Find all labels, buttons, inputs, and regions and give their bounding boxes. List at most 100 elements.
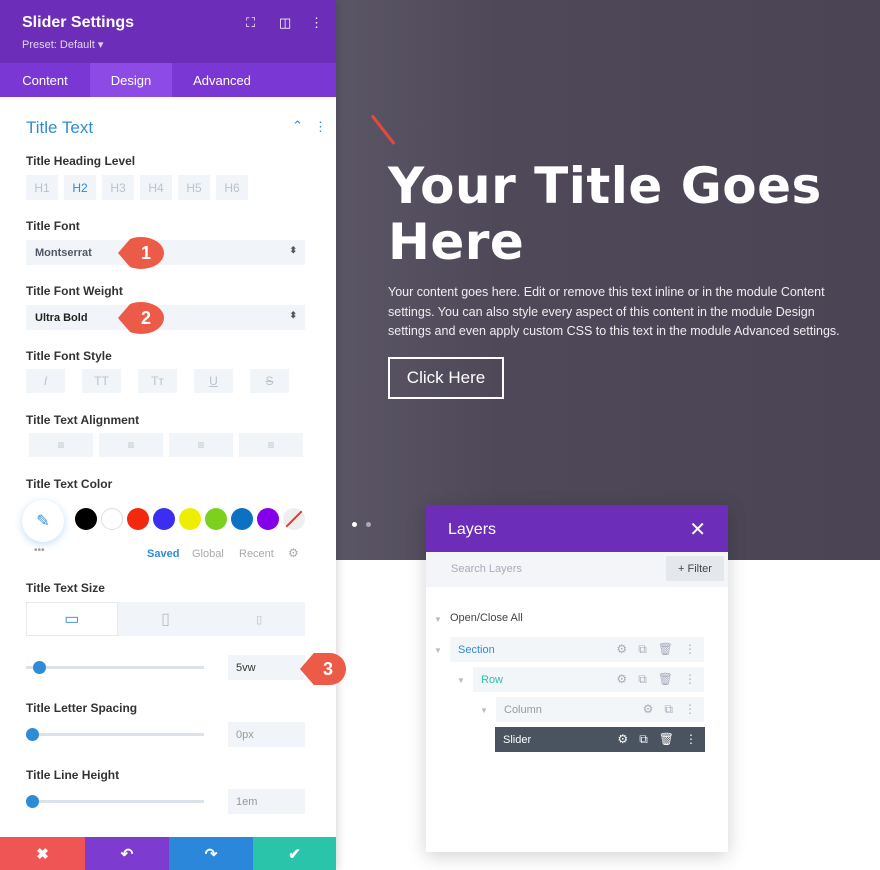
layer-item[interactable]: Row ⚙ ⧉ 🗑︎ ⋮ bbox=[473, 667, 704, 692]
tablet-icon[interactable]: ▯ bbox=[120, 602, 212, 636]
spacing-slider[interactable] bbox=[26, 728, 204, 741]
more-icon[interactable]: ⋮ bbox=[684, 702, 696, 717]
save-button[interactable]: ✔ bbox=[253, 837, 336, 870]
font-style-label: Title Font Style bbox=[26, 349, 112, 363]
tab-design[interactable]: Design bbox=[90, 63, 172, 97]
h5-button[interactable]: H5 bbox=[178, 175, 210, 200]
size-input[interactable]: 5vw bbox=[228, 655, 305, 680]
eyedropper-icon[interactable]: ✎ bbox=[22, 500, 64, 542]
trash-icon[interactable]: 🗑︎ bbox=[659, 732, 674, 747]
more-icon[interactable]: ⋮ bbox=[684, 642, 696, 657]
filter-button[interactable]: + Filter bbox=[666, 556, 724, 581]
caret-down-icon[interactable]: ▼ bbox=[457, 676, 465, 685]
heading-level-label: Title Heading Level bbox=[26, 154, 136, 168]
gear-icon[interactable]: ⚙ bbox=[643, 702, 654, 717]
color-swatch[interactable] bbox=[75, 508, 97, 530]
spacing-label: Title Letter Spacing bbox=[26, 701, 138, 715]
search-layers-input[interactable]: Search Layers bbox=[451, 563, 522, 575]
uppercase-button[interactable]: TT bbox=[82, 369, 121, 393]
close-icon[interactable]: ✕ bbox=[689, 517, 706, 542]
undo-button[interactable]: ↶ bbox=[85, 837, 169, 870]
recent-tab[interactable]: Recent bbox=[239, 548, 274, 560]
h4-button[interactable]: H4 bbox=[140, 175, 172, 200]
spacing-input[interactable]: 0px bbox=[228, 722, 305, 747]
cancel-button[interactable]: ✖ bbox=[0, 837, 85, 870]
layer-label: Slider bbox=[503, 734, 532, 746]
caret-down-icon[interactable]: ▼ bbox=[434, 615, 442, 624]
chevron-up-icon[interactable]: ⌃ bbox=[292, 118, 303, 134]
strikethrough-button[interactable]: S bbox=[250, 369, 289, 393]
desktop-icon[interactable]: ▭ bbox=[26, 602, 118, 636]
slide-dot[interactable] bbox=[352, 522, 357, 527]
line-height-slider[interactable] bbox=[26, 795, 204, 808]
color-swatch[interactable] bbox=[153, 508, 175, 530]
more-colors-button[interactable]: ••• bbox=[34, 545, 45, 556]
gear-icon[interactable]: ⚙ bbox=[288, 546, 299, 560]
align-justify-icon[interactable]: ≡ bbox=[239, 433, 303, 457]
line-height-label: Title Line Height bbox=[26, 768, 120, 782]
layer-item[interactable]: Column ⚙ ⧉ ⋮ bbox=[496, 697, 704, 722]
tab-advanced[interactable]: Advanced bbox=[172, 63, 272, 97]
italic-button[interactable]: I bbox=[26, 369, 65, 393]
h2-button[interactable]: H2 bbox=[64, 175, 96, 200]
no-color-swatch[interactable] bbox=[283, 508, 305, 530]
gear-icon[interactable]: ⚙ bbox=[617, 732, 628, 747]
slide-dots[interactable] bbox=[352, 522, 371, 527]
align-center-icon[interactable]: ≡ bbox=[99, 433, 163, 457]
more-icon[interactable]: ⋮ bbox=[314, 119, 327, 135]
more-icon[interactable]: ⋮ bbox=[685, 732, 697, 747]
h1-button[interactable]: H1 bbox=[26, 175, 58, 200]
duplicate-icon[interactable]: ⧉ bbox=[664, 702, 673, 717]
color-swatch[interactable] bbox=[231, 508, 253, 530]
weight-select[interactable]: Ultra Bold ⬍ bbox=[26, 305, 305, 330]
trash-icon[interactable]: 🗑︎ bbox=[658, 642, 673, 657]
section-title[interactable]: Title Text bbox=[26, 118, 93, 138]
color-swatch[interactable] bbox=[127, 508, 149, 530]
preset-dropdown[interactable]: Preset: Default ▾ bbox=[22, 38, 103, 51]
duplicate-icon[interactable]: ⧉ bbox=[638, 672, 647, 687]
gear-icon[interactable]: ⚙ bbox=[616, 672, 627, 687]
slide-title[interactable]: Your Title Goes Here bbox=[388, 158, 868, 270]
redo-button[interactable]: ↷ bbox=[169, 837, 253, 870]
font-select[interactable]: Montserrat ⬍ bbox=[26, 240, 305, 265]
layer-label: Column bbox=[504, 704, 542, 716]
focus-icon[interactable]: ⛶ bbox=[246, 15, 255, 31]
duplicate-icon[interactable]: ⧉ bbox=[638, 642, 647, 657]
layers-panel: Layers ✕ Search Layers + Filter ▼ Open/Clo… bbox=[426, 505, 728, 852]
trash-icon[interactable]: 🗑︎ bbox=[658, 672, 673, 687]
size-slider[interactable] bbox=[26, 661, 204, 674]
gear-icon[interactable]: ⚙ bbox=[616, 642, 627, 657]
color-swatch[interactable] bbox=[101, 508, 123, 530]
align-right-icon[interactable]: ≡ bbox=[169, 433, 233, 457]
saved-tab[interactable]: Saved bbox=[147, 548, 179, 560]
h3-button[interactable]: H3 bbox=[102, 175, 134, 200]
more-icon[interactable]: ⋮ bbox=[310, 15, 323, 31]
alignment-label: Title Text Alignment bbox=[26, 413, 140, 427]
phone-icon[interactable]: ▯ bbox=[213, 602, 305, 636]
color-swatch[interactable] bbox=[179, 508, 201, 530]
color-swatch[interactable] bbox=[205, 508, 227, 530]
slider-handle[interactable] bbox=[26, 728, 39, 741]
tab-content[interactable]: Content bbox=[0, 63, 90, 97]
slide-button[interactable]: Click Here bbox=[388, 357, 504, 399]
slider-handle[interactable] bbox=[33, 661, 46, 674]
slider-handle[interactable] bbox=[26, 795, 39, 808]
caret-down-icon[interactable]: ▼ bbox=[480, 706, 488, 715]
line-height-input[interactable]: 1em bbox=[228, 789, 305, 814]
global-tab[interactable]: Global bbox=[192, 548, 224, 560]
caret-down-icon[interactable]: ▼ bbox=[434, 646, 442, 655]
layout-icon[interactable]: ◫ bbox=[279, 15, 291, 31]
slide-body[interactable]: Your content goes here. Edit or remove t… bbox=[388, 283, 858, 342]
smallcaps-button[interactable]: Tт bbox=[138, 369, 177, 393]
duplicate-icon[interactable]: ⧉ bbox=[639, 732, 648, 747]
underline-button[interactable]: U bbox=[194, 369, 233, 393]
open-close-all[interactable]: Open/Close All bbox=[450, 612, 523, 624]
layer-item[interactable]: Slider ⚙ ⧉ 🗑︎ ⋮ bbox=[495, 727, 705, 752]
layer-item[interactable]: Section ⚙ ⧉ 🗑︎ ⋮ bbox=[450, 637, 704, 662]
more-icon[interactable]: ⋮ bbox=[684, 672, 696, 687]
color-swatch[interactable] bbox=[257, 508, 279, 530]
panel-header: Slider Settings Preset: Default ▾ ⛶ ◫ ⋮ bbox=[0, 0, 336, 63]
h6-button[interactable]: H6 bbox=[216, 175, 248, 200]
slide-dot[interactable] bbox=[366, 522, 371, 527]
align-left-icon[interactable]: ≡ bbox=[29, 433, 93, 457]
